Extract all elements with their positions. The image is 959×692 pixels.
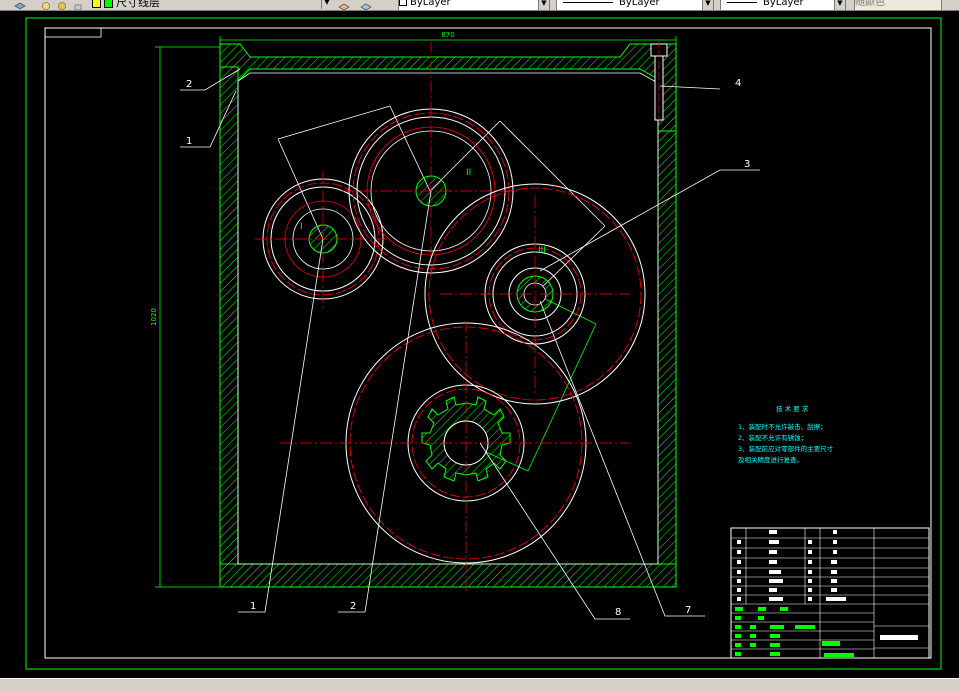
color-swatch — [399, 0, 407, 6]
layer-color-swatch — [92, 0, 101, 8]
dim-width-text: 870 — [441, 31, 454, 39]
status-bar — [0, 678, 959, 692]
color-dropdown-arrow-icon[interactable]: ▼ — [538, 0, 549, 10]
layer-previous-icon[interactable] — [360, 0, 372, 10]
linetype-dropdown-arrow-icon[interactable]: ▼ — [702, 0, 713, 10]
gear-3: III — [424, 183, 646, 405]
gear-4 — [280, 321, 630, 591]
callout-1-top: 1 — [186, 136, 192, 147]
dimension-top: 870 — [219, 31, 677, 51]
layer-color-swatch-2 — [104, 0, 113, 8]
notes-title: 技 术 要 求 — [776, 404, 809, 413]
corner-box — [44, 27, 102, 38]
linetype-value: ByLayer — [619, 0, 660, 8]
layer-name: 尺寸线层 — [116, 0, 160, 9]
drawing-canvas[interactable]: 870 1020 I II III 2 1 4 3 1 2 8 7 技 术 要 … — [0, 11, 959, 678]
plotstyle-value: 随颜色 — [855, 0, 885, 8]
make-current-layer-icon[interactable] — [338, 0, 350, 10]
dim-height-text: 1020 — [150, 308, 158, 326]
freeze-icon[interactable] — [56, 0, 68, 10]
housing-walls — [219, 39, 677, 588]
layer-dropdown-arrow-icon[interactable]: ▼ — [321, 0, 332, 9]
callout-3: 3 — [744, 159, 750, 170]
notes-line-4: 及相关精度进行复查。 — [738, 455, 803, 464]
lineweight-value: ByLayer — [763, 0, 804, 8]
callout-2-bottom: 2 — [350, 601, 356, 612]
lineweight-dropdown-arrow-icon[interactable]: ▼ — [834, 0, 845, 10]
color-value: ByLayer — [410, 0, 451, 8]
callout-7: 7 — [685, 605, 691, 616]
gear-2-label: II — [466, 168, 471, 178]
dimension-left: 1020 — [150, 46, 220, 588]
cad-drawing: 870 1020 I II III 2 1 4 3 1 2 8 7 技 术 要 … — [25, 17, 942, 670]
lineweight-preview — [727, 1, 757, 3]
notes-line-3: 3、装配前应对零部件的主要尺寸 — [738, 444, 834, 453]
color-dropdown[interactable]: ByLayer ▼ — [398, 0, 550, 10]
callout-2-top: 2 — [186, 79, 192, 90]
plotstyle-dropdown[interactable]: 随颜色 — [854, 0, 942, 10]
lock-icon[interactable] — [72, 0, 84, 10]
notes-line-1: 1、装配时不允许敲击、刮擦； — [738, 422, 827, 431]
linetype-preview — [563, 1, 613, 3]
gear-2: II — [340, 106, 520, 276]
lineweight-dropdown[interactable]: ByLayer ▼ — [720, 0, 846, 10]
technical-notes: 技 术 要 求 1、装配时不允许敲击、刮擦； 2、装配不允许有锈蚀； 3、装配前… — [738, 404, 834, 464]
title-block — [730, 527, 930, 659]
layer-state-icon[interactable] — [40, 0, 52, 10]
properties-toolbar: 尺寸线层 ▼ ByLayer ▼ ByLayer ▼ ByLayer ▼ 随颜色 — [0, 0, 959, 11]
layer-dropdown[interactable]: 尺寸线层 — [92, 0, 328, 9]
callout-4: 4 — [735, 78, 741, 89]
callout-1-bottom: 1 — [250, 601, 256, 612]
notes-line-2: 2、装配不允许有锈蚀； — [738, 433, 807, 442]
layer-manager-icon[interactable] — [14, 0, 26, 10]
gear-3-label: III — [538, 246, 546, 256]
gear-1-label: I — [300, 222, 303, 232]
linetype-dropdown[interactable]: ByLayer ▼ — [556, 0, 714, 10]
callout-8: 8 — [615, 607, 621, 618]
